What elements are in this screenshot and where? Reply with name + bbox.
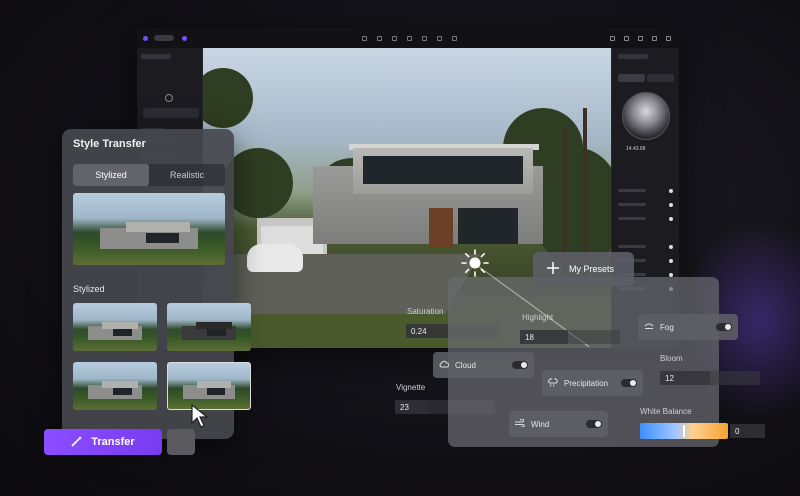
action-icon[interactable] [652, 35, 657, 41]
sidebar-heading [141, 54, 171, 59]
magic-wand-icon [71, 435, 83, 450]
inspector-row[interactable] [618, 188, 673, 193]
project-selector[interactable] [154, 35, 174, 41]
precipitation-toggle[interactable]: Precipitation [542, 370, 643, 396]
sun-icon[interactable] [461, 249, 489, 277]
style-transfer-panel: Style Transfer Stylized Realistic Styliz… [62, 129, 251, 439]
app-logo-icon [143, 35, 148, 41]
tool-icon[interactable] [362, 35, 367, 41]
tool-icon[interactable] [452, 35, 457, 41]
white-balance-handle[interactable] [683, 425, 685, 437]
tool-icon[interactable] [422, 35, 427, 41]
vignette-label: Vignette [396, 383, 426, 392]
fog-switch[interactable] [716, 323, 732, 331]
wind-toggle[interactable]: Wind [509, 411, 608, 437]
cloud-label: Cloud [455, 360, 476, 370]
fog-icon [644, 322, 654, 332]
highlight-slider[interactable] [568, 330, 620, 344]
white-balance-label: White Balance [640, 407, 692, 416]
tool-icon[interactable] [407, 35, 412, 41]
inspector-tab[interactable] [618, 74, 645, 82]
tree [203, 68, 253, 128]
tab-stylized[interactable]: Stylized [73, 164, 149, 186]
top-toolbar [137, 28, 679, 48]
sun-position-dial[interactable] [622, 92, 670, 140]
style-mode-toggle: Stylized Realistic [73, 164, 225, 186]
style-thumbnail[interactable] [167, 303, 251, 351]
transfer-label: Transfer [91, 436, 135, 448]
precipitation-icon [548, 376, 558, 389]
inspector-row[interactable] [618, 216, 673, 221]
action-icon[interactable] [666, 35, 671, 41]
action-icon[interactable] [624, 35, 629, 41]
panel-title: Style Transfer [73, 138, 146, 150]
cloud-icon [439, 360, 450, 370]
tab-realistic[interactable]: Realistic [149, 164, 225, 186]
wind-switch[interactable] [586, 420, 602, 428]
house-window [458, 208, 518, 244]
user-avatar[interactable] [182, 35, 187, 41]
highlight-value[interactable]: 18 [520, 330, 568, 344]
section-label: Stylized [73, 284, 105, 294]
inspector-heading [618, 54, 648, 59]
cloud-toggle[interactable]: Cloud [433, 352, 534, 378]
bloom-slider[interactable] [710, 371, 760, 385]
tool-icon[interactable] [392, 35, 397, 41]
fog-label: Fog [660, 322, 674, 332]
dial-value: 14.43.68 [626, 146, 646, 152]
transfer-button[interactable]: Transfer [44, 429, 162, 455]
saturation-label: Saturation [407, 307, 444, 316]
inspector-tab[interactable] [647, 74, 674, 82]
source-preview [73, 193, 225, 265]
action-icon[interactable] [638, 35, 643, 41]
style-thumbnail[interactable] [73, 303, 157, 351]
precipitation-label: Precipitation [564, 378, 609, 388]
search-icon[interactable] [165, 94, 173, 102]
inspector-row[interactable] [618, 202, 673, 207]
style-thumbnail[interactable] [73, 362, 157, 410]
saturation-value[interactable]: 0.24 [406, 324, 448, 338]
highlight-label: Highlight [522, 313, 554, 322]
bloom-label: Bloom [660, 354, 683, 363]
precipitation-switch[interactable] [621, 379, 637, 387]
inspector-tabs [618, 74, 674, 82]
bloom-value[interactable]: 12 [660, 371, 710, 385]
plus-icon [547, 262, 559, 276]
cloud-switch[interactable] [512, 361, 528, 369]
tool-icon[interactable] [377, 35, 382, 41]
my-presets-button[interactable]: My Presets [533, 252, 634, 286]
house-window [363, 156, 523, 184]
presets-label: My Presets [569, 264, 615, 274]
white-balance-value[interactable]: 0 [730, 424, 765, 438]
tool-icons [362, 35, 457, 41]
inspector-row[interactable] [618, 244, 673, 249]
tool-icon[interactable] [437, 35, 442, 41]
car [247, 244, 303, 272]
fog-toggle[interactable]: Fog [638, 314, 738, 340]
wind-icon [515, 418, 525, 429]
tree [533, 148, 611, 268]
vignette-value[interactable]: 23 [395, 400, 429, 414]
window-actions [610, 35, 671, 41]
wind-label: Wind [531, 419, 550, 429]
sidebar-action-button[interactable] [143, 108, 199, 118]
house-wood-panel [429, 208, 453, 248]
action-icon[interactable] [610, 35, 615, 41]
mouse-pointer-icon [190, 403, 212, 434]
